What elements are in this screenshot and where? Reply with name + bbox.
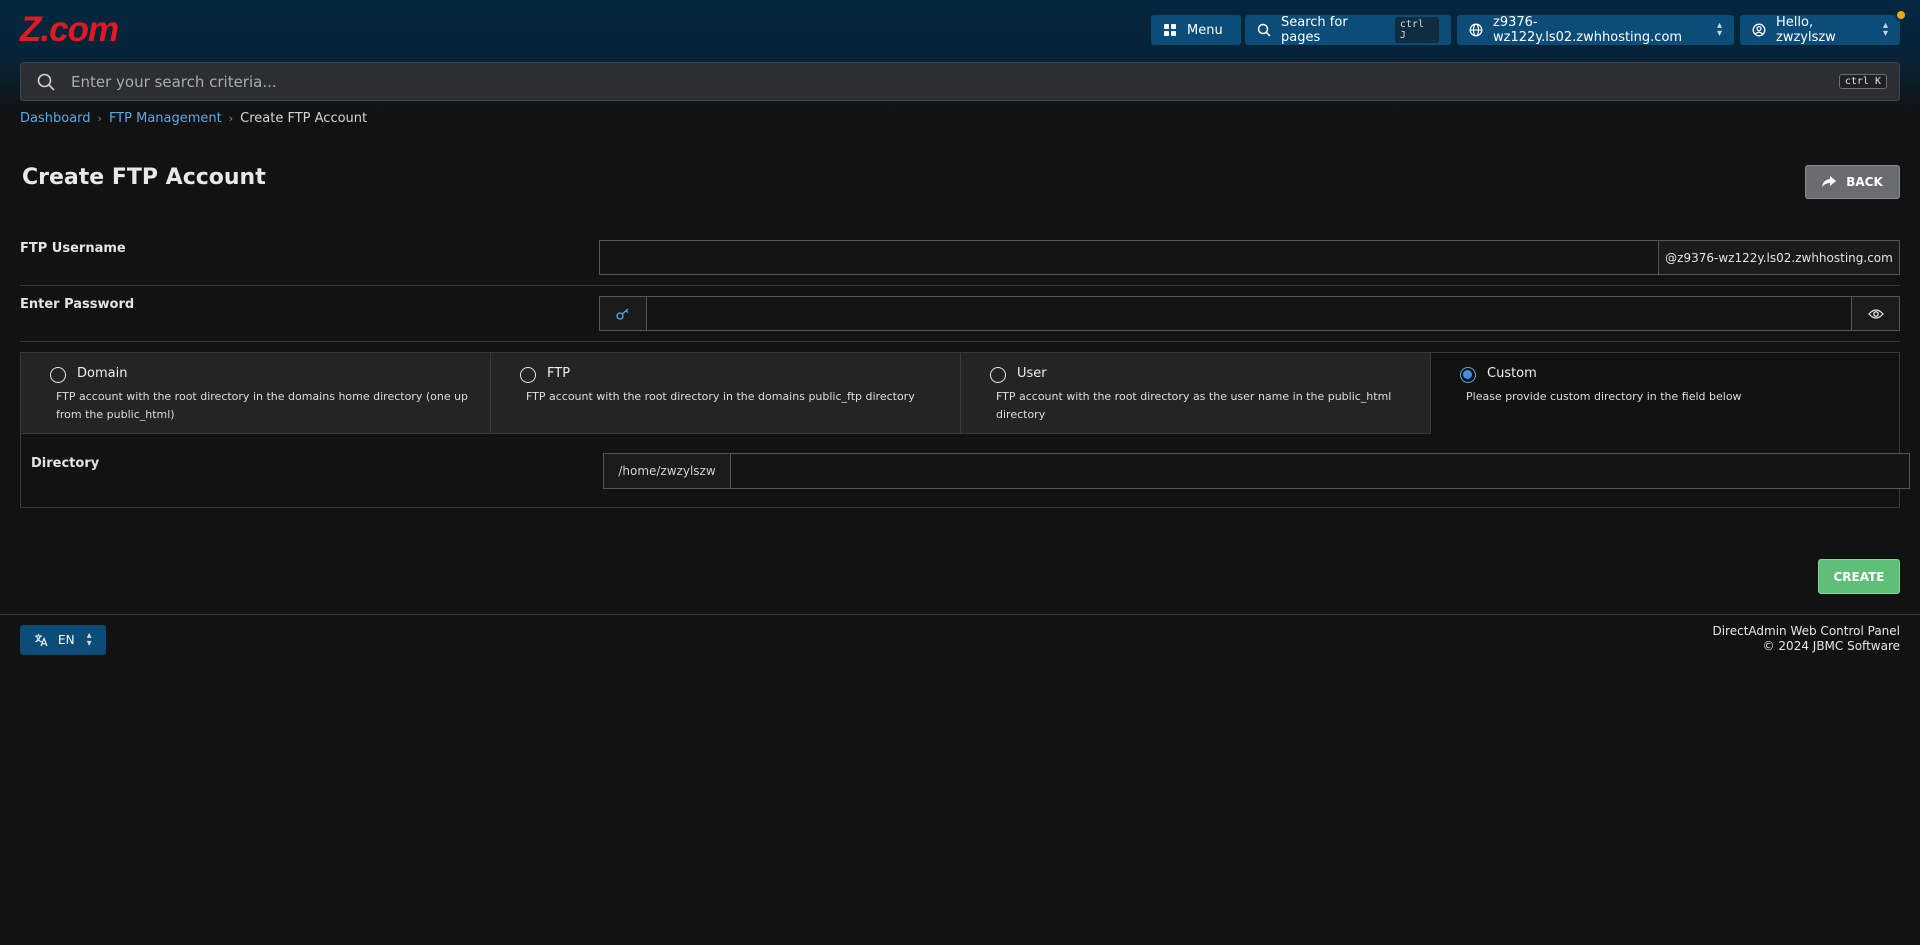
breadcrumb-current: Create FTP Account <box>240 111 368 126</box>
radio-domain[interactable] <box>50 367 66 383</box>
breadcrumb-dashboard[interactable]: Dashboard <box>20 111 91 126</box>
global-search: ctrl K <box>20 62 1900 101</box>
eye-icon <box>1867 308 1884 319</box>
globe-icon <box>1469 23 1483 37</box>
user-label: Hello, zwzylszw <box>1776 15 1836 45</box>
header: Z.com Menu Search for pages ctrl J z9376… <box>0 0 1920 114</box>
footer-divider <box>0 614 1920 615</box>
password-group <box>599 296 1900 331</box>
option-description: FTP account with the root directory in t… <box>56 390 469 421</box>
translate-icon <box>35 634 48 647</box>
key-icon <box>616 308 629 320</box>
username-suffix: @z9376-wz122y.ls02.zwhhosting.com <box>1659 240 1900 275</box>
search-pages-shortcut: ctrl J <box>1394 17 1439 43</box>
directory-prefix: /home/zwzylszw <box>603 453 731 489</box>
option-title: Domain <box>77 366 128 381</box>
password-input[interactable] <box>647 296 1852 331</box>
username-input[interactable] <box>599 240 1659 275</box>
directory-label: Directory <box>31 456 100 471</box>
option-title: Custom <box>1487 366 1537 381</box>
option-ftp[interactable]: FTP FTP account with the root directory … <box>491 353 961 434</box>
option-description: FTP account with the root directory in t… <box>526 390 915 403</box>
language-label: EN <box>58 633 75 647</box>
search-shortcut: ctrl K <box>1838 74 1887 89</box>
share-arrow-icon <box>1822 176 1837 187</box>
logo-text: Z.com <box>20 10 119 49</box>
grid-icon <box>1164 24 1176 36</box>
user-menu-button[interactable]: Hello, zwzylszw ▴ ▾ <box>1740 15 1900 45</box>
chevron-right-icon: › <box>228 112 234 125</box>
create-button[interactable]: CREATE <box>1818 559 1900 594</box>
option-custom[interactable]: Custom Please provide custom directory i… <box>1431 353 1899 434</box>
language-selector[interactable]: EN ▴ ▾ <box>20 625 106 655</box>
divider <box>20 341 1900 342</box>
password-label: Enter Password <box>20 297 135 312</box>
divider <box>20 285 1900 286</box>
chevron-right-icon: › <box>97 112 102 125</box>
directory-group: /home/zwzylszw <box>603 453 1910 489</box>
breadcrumb-ftp-management[interactable]: FTP Management <box>109 111 222 126</box>
breadcrumb: Dashboard › FTP Management › Create FTP … <box>20 111 367 126</box>
option-domain[interactable]: Domain FTP account with the root directo… <box>21 353 491 434</box>
menu-label: Menu <box>1187 22 1223 38</box>
footer-product: DirectAdmin Web Control Panel <box>1712 624 1900 638</box>
logo[interactable]: Z.com <box>20 10 119 49</box>
option-user[interactable]: User FTP account with the root directory… <box>961 353 1431 434</box>
search-icon <box>37 73 55 91</box>
generate-password-button[interactable] <box>599 296 647 331</box>
back-button[interactable]: BACK <box>1805 165 1900 199</box>
option-title: User <box>1017 366 1047 381</box>
option-description: Please provide custom directory in the f… <box>1466 390 1742 403</box>
footer-text: DirectAdmin Web Control Panel © 2024 JBM… <box>1712 624 1900 654</box>
search-icon <box>1257 23 1271 37</box>
search-pages-button[interactable]: Search for pages ctrl J <box>1245 15 1451 45</box>
page-title: Create FTP Account <box>22 165 266 190</box>
footer-copyright: © 2024 JBMC Software <box>1762 639 1900 653</box>
radio-user[interactable] <box>990 367 1006 383</box>
toggle-password-visibility[interactable] <box>1852 296 1900 331</box>
domain-selector[interactable]: z9376-wz122y.ls02.zwhhosting.com ▴ ▾ <box>1457 15 1734 45</box>
back-label: BACK <box>1846 175 1883 189</box>
option-description: FTP account with the root directory as t… <box>996 390 1392 421</box>
menu-button[interactable]: Menu <box>1151 15 1241 45</box>
chevron-updown-icon: ▴ ▾ <box>1882 20 1888 39</box>
notification-dot[interactable] <box>1895 9 1907 21</box>
chevron-updown-icon: ▴ ▾ <box>1716 20 1722 39</box>
chevron-updown-icon: ▴ ▾ <box>86 630 92 649</box>
radio-custom[interactable] <box>1460 367 1476 383</box>
radio-ftp[interactable] <box>520 367 536 383</box>
user-icon <box>1752 23 1766 37</box>
domain-label: z9376-wz122y.ls02.zwhhosting.com <box>1493 15 1683 45</box>
directory-type-options: Domain FTP account with the root directo… <box>20 352 1910 508</box>
search-input[interactable] <box>71 72 1839 91</box>
option-title: FTP <box>547 366 571 381</box>
username-label: FTP Username <box>20 241 126 256</box>
directory-input[interactable] <box>731 453 1910 489</box>
search-pages-label: Search for pages <box>1281 15 1348 45</box>
username-group: @z9376-wz122y.ls02.zwhhosting.com <box>599 240 1900 275</box>
